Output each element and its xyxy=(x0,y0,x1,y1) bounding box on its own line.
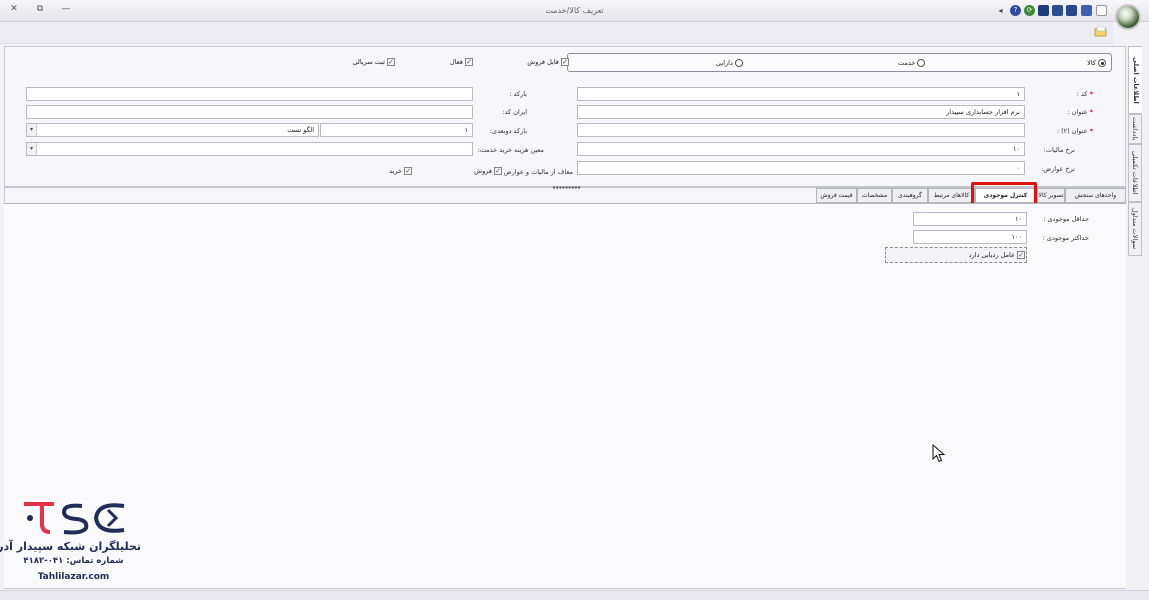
tax-rate-input[interactable]: ۱۰ xyxy=(577,142,1025,156)
tab-image[interactable]: تصویر کالا xyxy=(1037,188,1065,203)
duty-rate-label: نرخ عوارض: xyxy=(1041,165,1075,173)
radio-asset[interactable]: دارایی xyxy=(716,59,743,67)
barcode-2d-label: بارکد دوبعدی: xyxy=(489,127,527,135)
detail-tabs: واحدهای سنجش تصویر کالا کنترل موجودی کال… xyxy=(0,188,1126,203)
tsc-logo-icon xyxy=(24,502,125,535)
radio-goods-label: کالا xyxy=(1087,59,1096,67)
brand-watermark: تحلیلگران شبکه سپیدار آذر شماره تماس: ۰۴… xyxy=(0,496,141,591)
barcode-input[interactable] xyxy=(26,87,473,101)
title2-input[interactable] xyxy=(577,123,1025,137)
tab-units[interactable]: واحدهای سنجش xyxy=(1065,188,1126,203)
check-icon: ✓ xyxy=(1017,251,1025,259)
save-as-icon[interactable] xyxy=(1081,5,1092,16)
radio-asset-label: دارایی xyxy=(716,59,733,67)
radio-service[interactable]: خدمت xyxy=(898,59,926,67)
tracking-checkbox[interactable]: ✓ عامل ردیابی دارد xyxy=(969,251,1025,259)
sellable-label: قابل فروش xyxy=(527,58,559,66)
help-icon[interactable]: ? xyxy=(1010,5,1021,16)
refresh-icon[interactable]: ⟳ xyxy=(1024,5,1035,16)
chevron-down-icon[interactable]: ▾ xyxy=(27,124,37,136)
barcode-label: بارکد : xyxy=(509,90,527,98)
exempt-label: معاف از مالیات و عوارض : xyxy=(499,168,573,176)
brand-website: Tahlilazar.com xyxy=(37,572,110,582)
min-stock-label: حداقل موجودی : xyxy=(1043,215,1089,223)
tab-related-items[interactable]: کالاهای مرتبط xyxy=(928,188,975,203)
new-document-icon[interactable] xyxy=(1096,5,1107,16)
exempt-purchase-checkbox[interactable]: ✓ خرید xyxy=(389,167,412,175)
max-stock-input[interactable]: ۱۰۰ xyxy=(913,230,1027,244)
app-logo-icon[interactable] xyxy=(1115,4,1141,30)
sub-toolbar xyxy=(0,22,1113,44)
title-bar: ✕ ⧉ — تعریف کالا/خدمت ◂ ? ⟳ xyxy=(0,0,1149,22)
serial-checkbox[interactable]: ✓ ثبت سریالی xyxy=(352,58,395,66)
service-cost-select[interactable] xyxy=(26,142,473,156)
check-icon: ✓ xyxy=(561,58,569,66)
save-new-icon[interactable] xyxy=(1052,5,1063,16)
save-icon[interactable] xyxy=(1038,5,1049,16)
brand-name: تحلیلگران شبکه سپیدار آذر xyxy=(0,540,141,553)
active-checkbox[interactable]: ✓ فعال xyxy=(450,58,473,66)
check-icon: ✓ xyxy=(387,58,395,66)
duty-rate-input[interactable]: ۰ xyxy=(577,161,1025,175)
check-icon: ✓ xyxy=(404,167,412,175)
serial-label: ثبت سریالی xyxy=(352,58,385,66)
side-tab-extra-info[interactable]: اطلاعات تکمیلی xyxy=(1128,144,1142,202)
tracking-label: عامل ردیابی دارد xyxy=(968,251,1015,259)
back-icon[interactable]: ◂ xyxy=(995,5,1006,16)
radio-goods[interactable]: کالا xyxy=(1087,59,1106,67)
code-label: * کد : xyxy=(1076,90,1093,98)
check-icon: ✓ xyxy=(465,58,473,66)
iran-code-input[interactable] xyxy=(26,105,473,119)
exempt-sales-label: فروش xyxy=(474,167,492,175)
title-label-text: عنوان : xyxy=(1067,108,1088,116)
max-stock-label: حداکثر موجودی : xyxy=(1042,234,1089,242)
code-input[interactable]: ۱ xyxy=(577,87,1025,101)
folder-note-icon[interactable] xyxy=(1094,25,1108,38)
title2-label-text: عنوان (۲) : xyxy=(1056,127,1088,135)
mouse-cursor-icon xyxy=(932,444,946,463)
tax-rate-label: نرخ مالیات: xyxy=(1043,146,1075,154)
check-icon: ✓ xyxy=(494,167,502,175)
min-stock-input[interactable]: ۱۰ xyxy=(913,212,1027,226)
title-label: * عنوان : xyxy=(1067,108,1093,116)
radio-dot-icon xyxy=(917,59,926,67)
service-cost-label: معین هزینه خرید خدمت: xyxy=(477,146,544,154)
status-bar xyxy=(0,590,1149,600)
title2-label: * عنوان (۲) : xyxy=(1056,127,1093,135)
exempt-sales-checkbox[interactable]: ✓ فروش xyxy=(474,167,502,175)
code-label-text: کد : xyxy=(1076,90,1088,98)
save-close-icon[interactable] xyxy=(1066,5,1077,16)
radio-dot-icon xyxy=(1098,59,1106,67)
tab-specs[interactable]: مشخصات xyxy=(857,188,892,203)
side-tab-main-info[interactable]: اطلاعات اصلی xyxy=(1128,46,1142,114)
tab-sale-price[interactable]: قیمت فروش xyxy=(816,188,857,203)
title-input[interactable]: نرم افزار حسابداری سپیدار xyxy=(577,105,1025,119)
exempt-purchase-label: خرید xyxy=(389,167,402,175)
tab-inventory-control[interactable]: کنترل موجودی xyxy=(975,188,1036,203)
barcode-pattern-select[interactable]: الگو تست xyxy=(26,123,319,137)
barcode-2d-input[interactable]: ۱ xyxy=(320,123,473,137)
side-tab-faq[interactable]: سوالات متداول xyxy=(1128,202,1142,256)
window-title: تعریف کالا/خدمت xyxy=(545,6,604,15)
radio-dot-icon xyxy=(734,59,743,67)
chevron-down-icon[interactable]: ▾ xyxy=(27,143,37,155)
active-label: فعال xyxy=(449,58,463,66)
item-type-group: کالا خدمت دارایی xyxy=(567,53,1112,72)
iran-code-label: ایران کد: xyxy=(502,108,527,116)
sellable-checkbox[interactable]: ✓ قابل فروش xyxy=(527,58,569,66)
radio-service-label: خدمت xyxy=(898,59,916,67)
brand-phone: شماره تماس: ۰۴۱-۴۱۸۲ xyxy=(23,556,124,566)
side-tab-notes[interactable]: یادداشت xyxy=(1128,114,1142,144)
tab-grouping[interactable]: گروهبندی xyxy=(892,188,928,203)
barcode-pattern-value: الگو تست xyxy=(287,126,314,134)
